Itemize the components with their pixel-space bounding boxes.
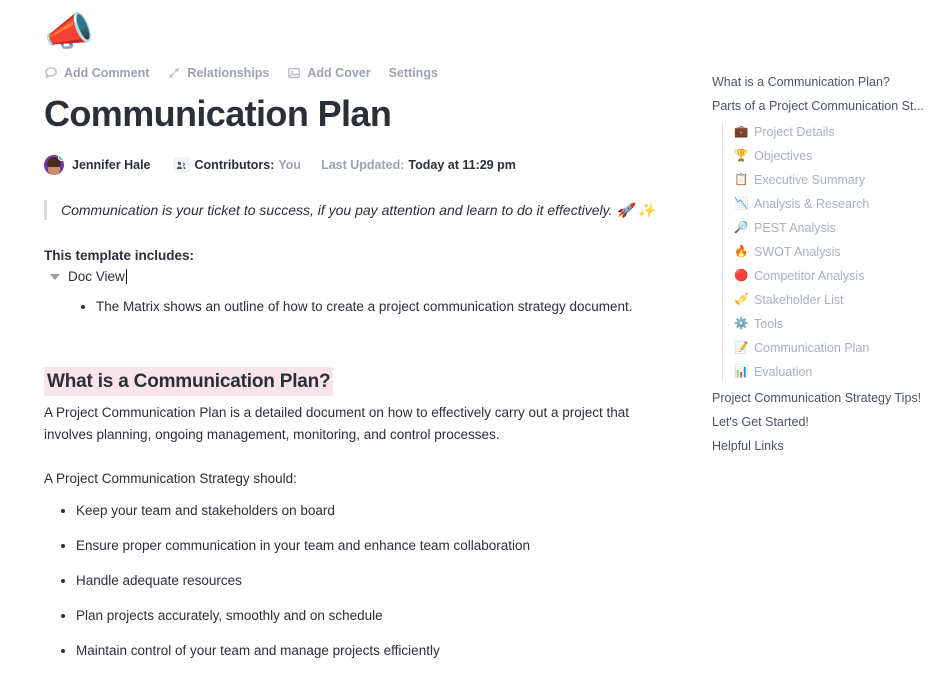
chevron-down-icon[interactable] bbox=[50, 273, 60, 280]
doc-view-children: The Matrix shows an outline of how to cr… bbox=[44, 296, 700, 317]
megaphone-emoji[interactable]: 📣 bbox=[44, 8, 700, 58]
outline-subitem-executive-summary[interactable]: 📋 Executive Summary bbox=[724, 168, 940, 192]
contributors-group: Contributors: You bbox=[172, 157, 302, 173]
trophy-icon: 🏆 bbox=[734, 150, 749, 162]
bar-chart-icon: 📊 bbox=[734, 366, 749, 378]
outline-item-parts-of-a-project-communication-strategy[interactable]: Parts of a Project Communication St... bbox=[712, 94, 940, 118]
memo-icon: 📝 bbox=[734, 342, 749, 354]
document-body: 📣 Add Comment Relationships Add Cover Se… bbox=[0, 0, 700, 682]
outline-subitem-label: SWOT Analysis bbox=[754, 245, 841, 259]
list-item: The Matrix shows an outline of how to cr… bbox=[96, 296, 656, 317]
outline-subitem-label: Tools bbox=[754, 317, 784, 331]
section-paragraph-2: A Project Communication Strategy should: bbox=[44, 471, 297, 486]
clipboard-icon: 📋 bbox=[734, 174, 749, 186]
outline-subitem-swot-analysis[interactable]: 🔥 SWOT Analysis bbox=[724, 240, 940, 264]
outline-item-what-is-a-communication-plan[interactable]: What is a Communication Plan? bbox=[712, 70, 940, 94]
outline-item-project-communication-strategy-tips[interactable]: Project Communication Strategy Tips! bbox=[712, 386, 940, 410]
relationships-button[interactable]: Relationships bbox=[167, 66, 269, 80]
contributors-label: Contributors: bbox=[194, 158, 275, 172]
add-cover-label: Add Cover bbox=[307, 66, 371, 80]
outline-subitem-label: Competitor Analysis bbox=[754, 269, 865, 283]
outline-subitem-pest-analysis[interactable]: 🔎 PEST Analysis bbox=[724, 216, 940, 240]
template-includes-heading: This template includes: bbox=[44, 248, 195, 263]
outline-subitem-label: Evaluation bbox=[754, 365, 813, 379]
trumpet-icon: 🎺 bbox=[734, 294, 749, 306]
gear-icon: ⚙️ bbox=[734, 318, 749, 330]
outline-subitem-communication-plan[interactable]: 📝 Communication Plan bbox=[724, 336, 940, 360]
outline-subitem-label: Objectives bbox=[754, 149, 813, 163]
toggle-label[interactable]: Doc View bbox=[68, 269, 128, 284]
comment-icon bbox=[44, 66, 58, 80]
outline-subitem-stakeholder-list[interactable]: 🎺 Stakeholder List bbox=[724, 288, 940, 312]
outline-subitem-evaluation[interactable]: 📊 Evaluation bbox=[724, 360, 940, 384]
document-meta: Jennifer Hale Contributors: You Last Upd… bbox=[44, 154, 700, 176]
quote-text: Communication is your ticket to success,… bbox=[61, 202, 656, 218]
section-heading: What is a Communication Plan? bbox=[44, 367, 334, 396]
outline-subitem-label: Project Details bbox=[754, 125, 835, 139]
section-paragraph: A Project Communication Plan is a detail… bbox=[44, 405, 630, 442]
settings-button[interactable]: Settings bbox=[389, 66, 438, 80]
relationships-icon bbox=[167, 66, 181, 80]
outline-subitem-tools[interactable]: ⚙️ Tools bbox=[724, 312, 940, 336]
list-item: Plan projects accurately, smoothly and o… bbox=[76, 605, 700, 626]
quote-block: Communication is your ticket to success,… bbox=[44, 200, 700, 220]
outline-subitem-label: Communication Plan bbox=[754, 341, 870, 355]
online-status-dot bbox=[58, 155, 64, 161]
document-toolbar: Add Comment Relationships Add Cover Sett… bbox=[44, 62, 700, 84]
toggle-label-text: Doc View bbox=[68, 269, 125, 284]
fire-icon: 🔥 bbox=[734, 246, 749, 258]
author-name: Jennifer Hale bbox=[72, 158, 151, 172]
toggle-doc-view[interactable]: Doc View bbox=[44, 269, 700, 284]
settings-label: Settings bbox=[388, 66, 438, 80]
outline-subitem-label: Analysis & Research bbox=[754, 197, 870, 211]
magnifier-icon: 🔎 bbox=[734, 222, 749, 234]
outline-item-helpful-links[interactable]: Helpful Links bbox=[712, 434, 940, 458]
page-title[interactable]: Communication Plan bbox=[44, 92, 700, 136]
outline-sub-items: 💼 Project Details 🏆 Objectives 📋 Executi… bbox=[712, 120, 940, 384]
relationships-label: Relationships bbox=[187, 66, 270, 80]
image-icon bbox=[287, 66, 301, 80]
outline-subitem-analysis-and-research[interactable]: 📉 Analysis & Research bbox=[724, 192, 940, 216]
last-updated-group: Last Updated: Today at 11:29 pm bbox=[321, 158, 516, 172]
list-item: Handle adequate resources bbox=[76, 570, 700, 591]
list-item: Maintain control of your team and manage… bbox=[76, 640, 700, 661]
add-comment-button[interactable]: Add Comment bbox=[44, 66, 149, 80]
outline-item-lets-get-started[interactable]: Let's Get Started! bbox=[712, 410, 940, 434]
avatar[interactable] bbox=[44, 155, 64, 175]
contributors-icon bbox=[172, 157, 191, 173]
add-cover-button[interactable]: Add Cover bbox=[287, 66, 371, 80]
briefcase-icon: 💼 bbox=[734, 126, 749, 138]
list-item: Ensure proper communication in your team… bbox=[76, 535, 700, 556]
section-what-is-a-communication-plan: What is a Communication Plan? A Project … bbox=[44, 367, 700, 661]
chart-decreasing-icon: 📉 bbox=[734, 198, 749, 210]
outline-panel: What is a Communication Plan? Parts of a… bbox=[712, 70, 940, 458]
outline-subitem-label: Stakeholder List bbox=[754, 293, 844, 307]
document-editor-page: 📣 Add Comment Relationships Add Cover Se… bbox=[0, 0, 940, 682]
outline-subitem-competitor-analysis[interactable]: 🔴 Competitor Analysis bbox=[724, 264, 940, 288]
outline-subitem-objectives[interactable]: 🏆 Objectives bbox=[724, 144, 940, 168]
list-item: Keep your team and stakeholders on board bbox=[76, 500, 700, 521]
outline-subitem-label: Executive Summary bbox=[754, 173, 866, 187]
outline-subitem-label: PEST Analysis bbox=[754, 221, 836, 235]
add-comment-label: Add Comment bbox=[64, 66, 150, 80]
contributors-value: You bbox=[278, 158, 302, 172]
last-updated-value: Today at 11:29 pm bbox=[408, 158, 516, 172]
text-cursor bbox=[125, 269, 128, 284]
last-updated-label: Last Updated: bbox=[321, 158, 405, 172]
outline-subitem-project-details[interactable]: 💼 Project Details bbox=[724, 120, 940, 144]
red-circle-icon: 🔴 bbox=[734, 270, 749, 282]
strategy-bullet-list: Keep your team and stakeholders on board… bbox=[44, 500, 700, 661]
